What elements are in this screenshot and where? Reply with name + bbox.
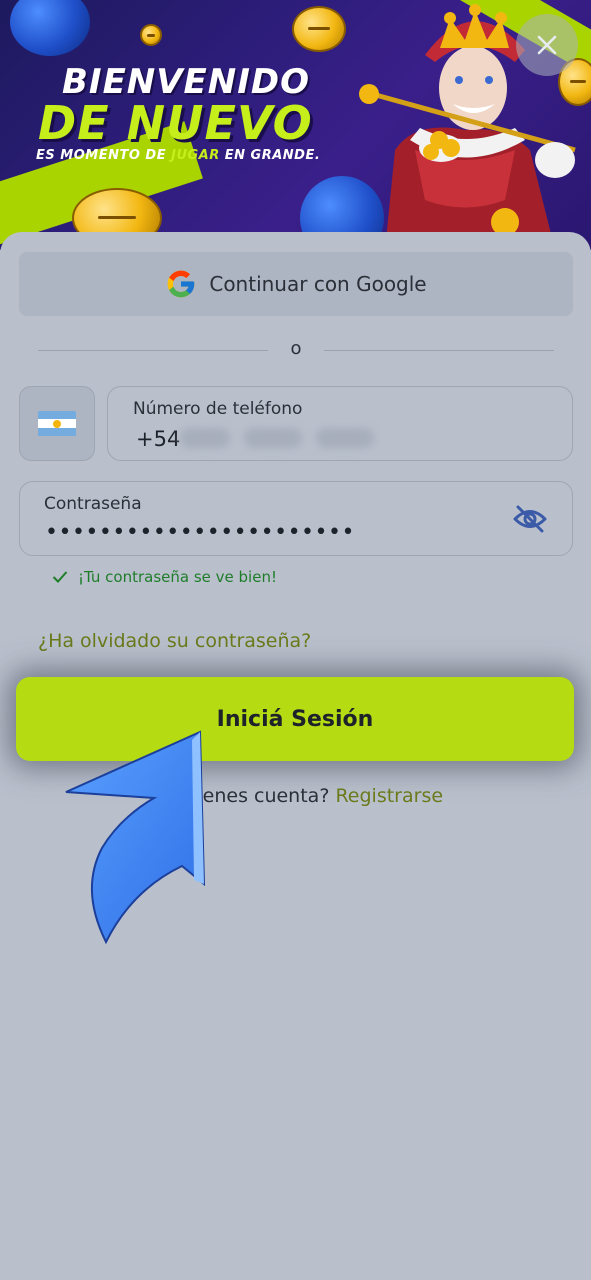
country-selector[interactable] [19,386,95,461]
banner-tagline: ES MOMENTO DE JUGAR EN GRANDE. [36,148,321,163]
phone-label: Número de teléfono [133,399,303,419]
check-icon [52,571,68,583]
pointer-arrow-icon [65,730,206,944]
ball-decoration [10,0,90,56]
register-link[interactable]: Registrarse [335,785,443,807]
phone-field[interactable]: Número de teléfono +54 [107,386,573,461]
argentina-flag-icon [38,410,76,437]
phone-prefix: +54 [136,427,181,451]
password-field[interactable]: Contraseña ••••••••••••••••••••••• [19,481,573,556]
promo-banner: BIENVENIDO DE NUEVO ES MOMENTO DE JUGAR … [0,0,591,250]
google-icon [168,270,195,298]
forgot-password-link[interactable]: ¿Ha olvidado su contraseña? [38,630,311,652]
coin-decoration [140,24,162,46]
close-button[interactable] [516,14,578,76]
or-divider: o [38,336,554,364]
coin-decoration [292,6,346,52]
divider-line [324,350,554,351]
password-valid-message: ¡Tu contraseña se ve bien! [52,568,277,586]
google-login-button[interactable]: Continuar con Google [19,252,573,316]
google-login-label: Continuar con Google [209,272,427,296]
password-value: ••••••••••••••••••••••• [45,520,355,545]
eye-off-icon [513,505,547,533]
phone-number-redacted [180,423,380,453]
password-valid-text: ¡Tu contraseña se ve bien! [78,568,277,586]
banner-title-line2: DE NUEVO [38,96,313,150]
password-label: Contraseña [44,494,142,514]
close-icon [537,35,557,55]
or-text: o [290,338,302,359]
password-visibility-toggle[interactable] [510,500,550,538]
